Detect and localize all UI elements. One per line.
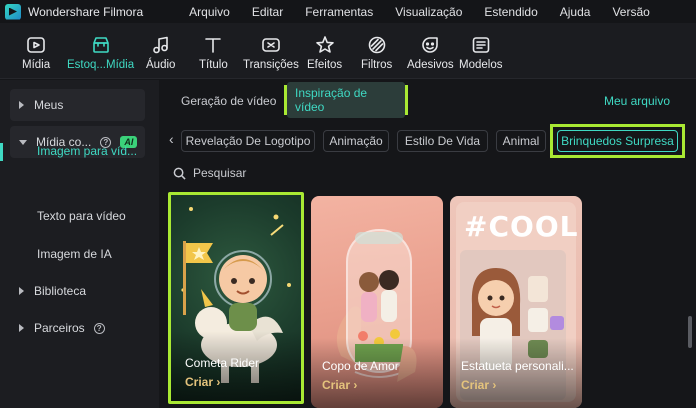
chip-estilo-de-vida[interactable]: Estilo De Vida [397,130,488,152]
menu-visualizacao[interactable]: Visualização [395,5,462,19]
menu-ferramentas[interactable]: Ferramentas [305,5,373,19]
create-button[interactable]: Criar › [322,378,357,392]
toolbar-label: Transições [243,59,299,71]
toolbar-label: Título [199,59,228,71]
filmora-logo-icon [5,3,21,20]
my-file-link[interactable]: Meu arquivo [604,94,670,108]
chip-animacao[interactable]: Animação [323,130,389,152]
card-title: Estatueta personali... [461,359,574,373]
card-overlay-text: #COOL [464,210,579,243]
toolbar-stickers[interactable]: Adesivos [407,23,454,79]
media-icon [25,34,47,56]
menu-arquivo[interactable]: Arquivo [189,5,230,19]
toolbar-label: Adesivos [407,59,454,71]
toolbar-transitions[interactable]: Transições [243,23,299,79]
tab-inspiracao-de-video[interactable]: Inspiração de vídeo [284,82,408,118]
chip-animal[interactable]: Animal [496,130,546,152]
toolbar-filters[interactable]: Filtros [361,23,392,79]
card-title: Copo de Amor [322,359,399,373]
sticker-icon [419,34,441,56]
menu-ajuda[interactable]: Ajuda [560,5,591,19]
tab-label: Inspiração de vídeo [287,82,405,118]
template-card-cometa-rider[interactable]: Cometa Rider Criar › [168,192,304,404]
sidebar-item-label: Biblioteca [34,284,87,298]
sidebar-item-label: Parceiros [34,321,85,335]
sidebar-item-texto-para-video[interactable]: Texto para vídeo [37,209,126,223]
chevron-left-icon[interactable]: ‹ [169,131,174,147]
template-card-estatueta[interactable]: #COOL Estatueta personali... Criar › [450,196,582,408]
sidebar-item-meus[interactable]: Meus [10,89,145,121]
stock-media-icon [90,34,112,56]
template-card-copo-de-amor[interactable]: Copo de Amor Criar › [311,196,443,408]
toolbar-label: Efeitos [307,59,343,71]
caret-right-icon [19,324,24,332]
toolbar-effects[interactable]: Efeitos [307,23,342,79]
create-button[interactable]: Criar › [461,378,496,392]
sidebar-item-parceiros[interactable]: Parceiros ? [10,321,145,335]
app-title: Wondershare Filmora [28,4,144,19]
effects-star-icon [314,34,336,56]
main-panel: Geração de vídeo Inspiração de vídeo Meu… [159,80,696,408]
menu-bar: Wondershare Filmora Arquivo Editar Ferra… [0,0,696,23]
scrollbar-thumb[interactable] [688,316,692,348]
search-icon [173,167,186,180]
toolbar-media[interactable]: Mídia [22,23,50,79]
toolbar-label: Áudio [146,59,176,71]
toolbar-label: Estoq...Mídia [67,59,135,71]
search-placeholder: Pesquisar [193,166,247,180]
toolbar-stock-media[interactable]: Estoq...Mídia [67,23,134,79]
toolbar-audio[interactable]: Áudio [146,23,175,79]
sidebar-item-label: Meus [34,98,64,112]
title-t-icon [202,34,224,56]
caret-down-icon [19,139,27,145]
caret-right-icon [19,101,24,109]
left-sidebar: Meus Mídia co... ? AI Imagem para víd...… [0,80,159,408]
music-note-icon [150,34,172,56]
toolbar-templates[interactable]: Modelos [459,23,502,79]
chip-revelacao-de-logotipo[interactable]: Revelação De Logotipo [181,130,315,152]
tab-geracao-de-video[interactable]: Geração de vídeo [181,94,276,108]
card-title: Cometa Rider [185,356,260,370]
caret-right-icon [19,287,24,295]
templates-icon [470,34,492,56]
menu-estendido[interactable]: Estendido [484,5,537,19]
toolbar-label: Mídia [22,59,51,71]
active-indicator [0,143,3,161]
menu-editar[interactable]: Editar [252,5,283,19]
toolbar-label: Filtros [361,59,393,71]
sidebar-item-imagem-para-video[interactable]: Imagem para víd... [37,144,137,158]
chip-brinquedos-surpresa[interactable]: Brinquedos Surpresa [557,130,678,152]
toolbar-title[interactable]: Título [199,23,228,79]
search-input[interactable]: Pesquisar [173,166,246,180]
sidebar-item-imagem-de-ia[interactable]: Imagem de IA [37,247,112,261]
create-button[interactable]: Criar › [185,375,220,389]
main-toolbar: Mídia Estoq...Mídia Áudio Título Transiç… [0,23,696,79]
transition-icon [260,34,282,56]
toolbar-label: Modelos [459,59,503,71]
filters-icon [366,34,388,56]
menu-versao[interactable]: Versão [612,5,649,19]
help-icon[interactable]: ? [93,322,105,334]
sidebar-item-biblioteca[interactable]: Biblioteca [10,284,145,298]
